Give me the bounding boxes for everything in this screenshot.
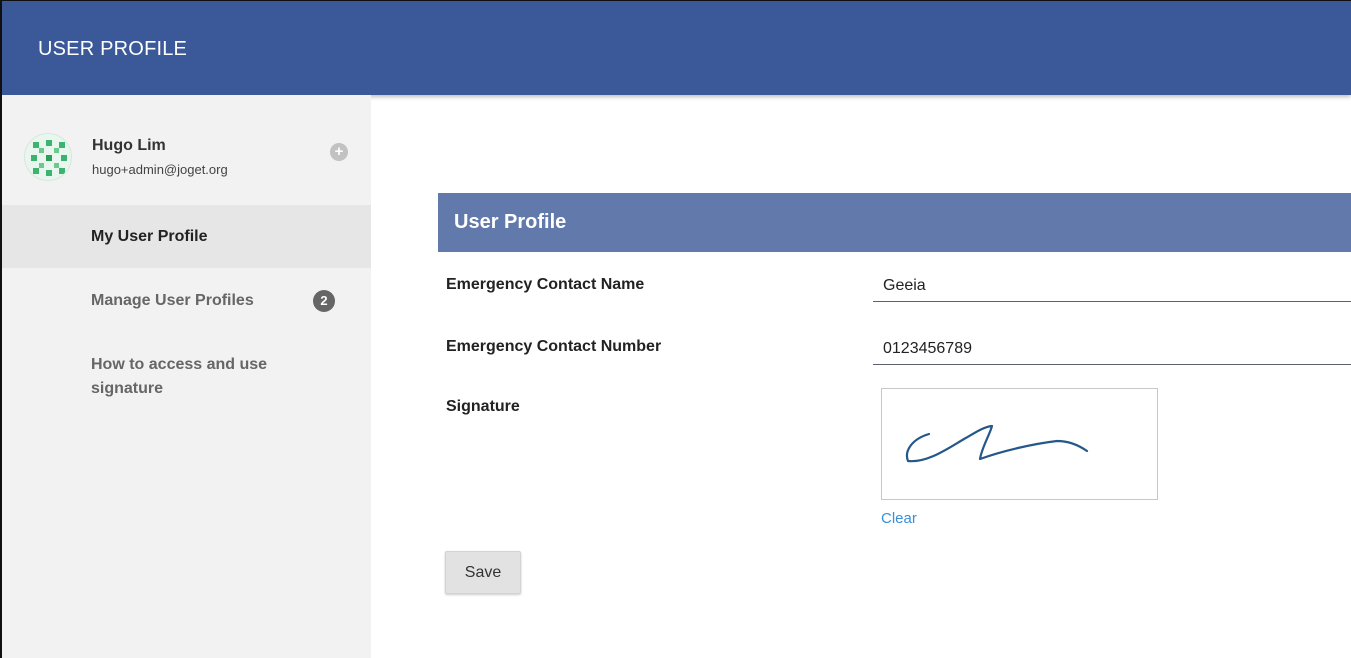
sidebar-item-my-user-profile[interactable]: My User Profile bbox=[2, 205, 371, 268]
save-button[interactable]: Save bbox=[445, 551, 521, 594]
count-badge: 2 bbox=[313, 290, 335, 312]
sidebar-item-label: Manage User Profiles bbox=[91, 292, 254, 309]
signature-label: Signature bbox=[446, 398, 520, 415]
app-title: USER PROFILE bbox=[38, 38, 188, 60]
sidebar-item-label: How to access and use signature bbox=[91, 356, 268, 397]
emergency-contact-name-field[interactable] bbox=[873, 270, 1351, 302]
user-name: Hugo Lim bbox=[92, 137, 166, 154]
signature-drawing bbox=[905, 424, 1089, 463]
form-title: User Profile bbox=[454, 211, 567, 233]
emergency-contact-number-label: Emergency Contact Number bbox=[446, 338, 662, 355]
top-bar: USER PROFILE bbox=[2, 1, 1351, 95]
identicon-avatar-icon bbox=[31, 140, 67, 176]
sidebar: Hugo Lim hugo+admin@joget.org + My User … bbox=[2, 95, 371, 658]
emergency-contact-number-field[interactable] bbox=[873, 333, 1351, 365]
user-email: hugo+admin@joget.org bbox=[92, 162, 228, 177]
plus-circle-icon[interactable]: + bbox=[330, 143, 348, 161]
sidebar-item-label: My User Profile bbox=[91, 228, 208, 245]
user-info: Hugo Lim hugo+admin@joget.org + bbox=[2, 95, 371, 205]
form-header: User Profile bbox=[438, 193, 1351, 252]
avatar[interactable] bbox=[24, 133, 72, 181]
sidebar-item-manage-user-profiles[interactable]: Manage User Profiles 2 bbox=[2, 268, 371, 334]
signature-pad[interactable] bbox=[881, 388, 1158, 500]
sidebar-item-signature-help[interactable]: How to access and use signature bbox=[2, 353, 302, 401]
clear-signature-link[interactable]: Clear bbox=[881, 510, 917, 527]
emergency-contact-name-label: Emergency Contact Name bbox=[446, 276, 645, 293]
